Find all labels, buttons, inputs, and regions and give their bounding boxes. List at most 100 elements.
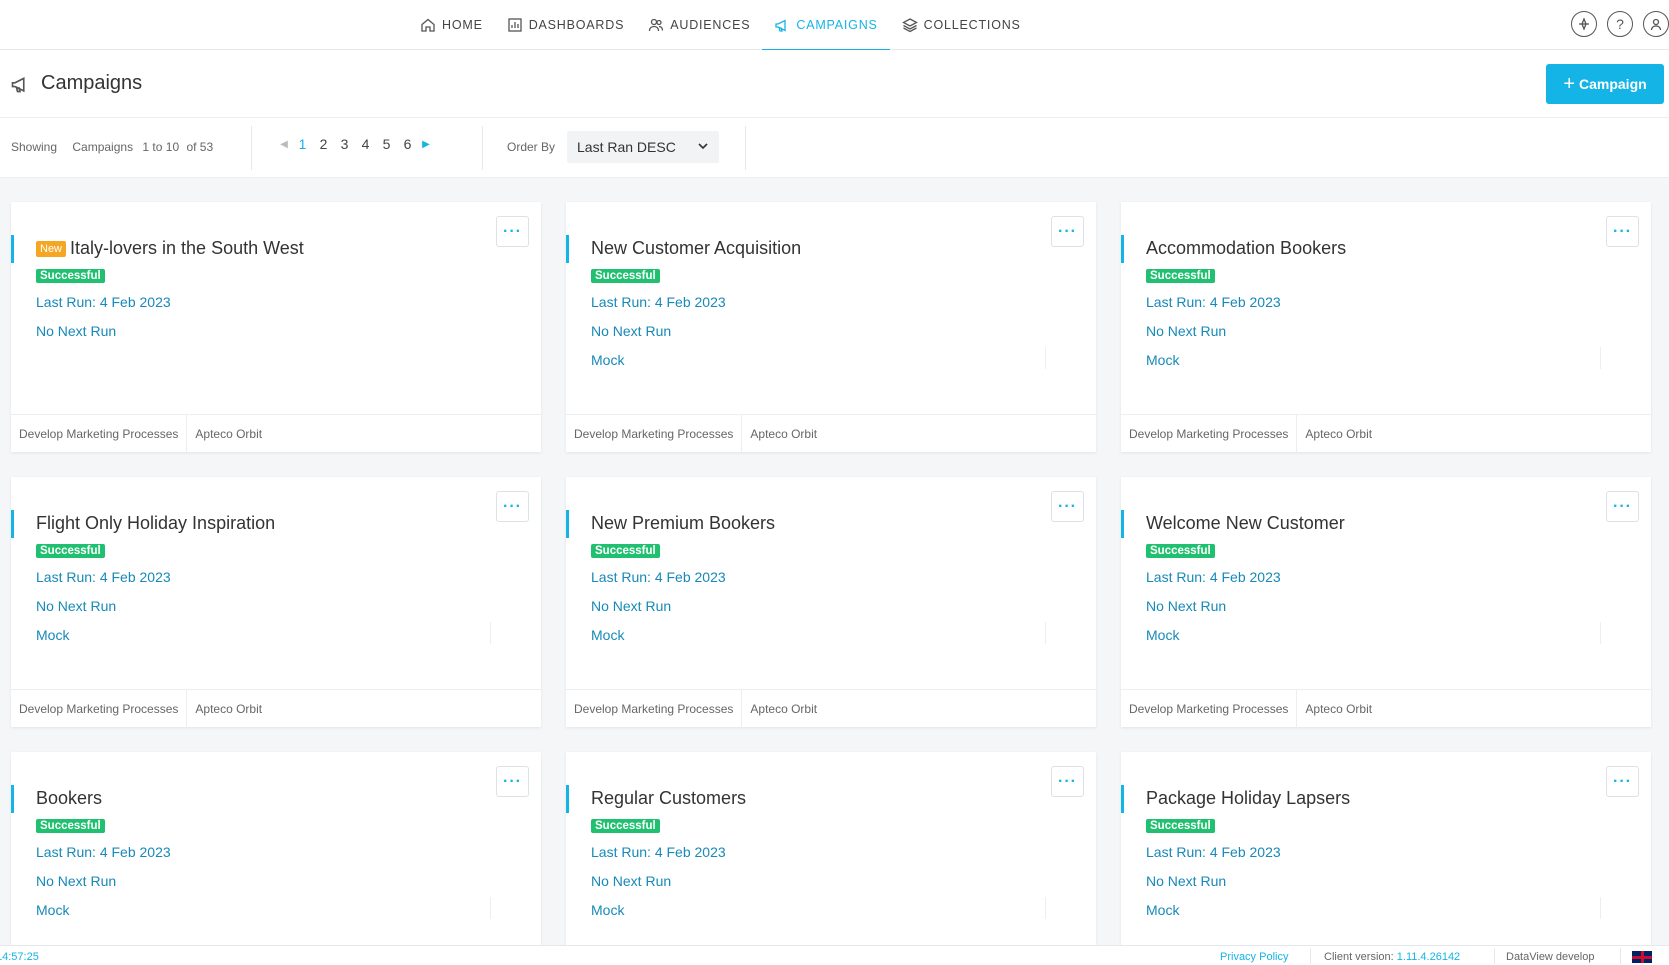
campaign-card[interactable]: ··· New Customer Acquisition Successful … bbox=[566, 202, 1096, 453]
card-footer: Develop Marketing Processes Apteco Orbit bbox=[566, 689, 1096, 728]
last-run: Last Run: 4 Feb 2023 bbox=[591, 569, 726, 585]
nav-dashboards[interactable]: DASHBOARDS bbox=[495, 0, 637, 50]
client-version-label: Client version: bbox=[1324, 951, 1394, 963]
next-run: No Next Run bbox=[36, 873, 117, 889]
run-mode: Mock bbox=[36, 627, 70, 643]
card-title[interactable]: Accommodation Bookers bbox=[1146, 238, 1346, 259]
card-footer: Develop Marketing Processes Apteco Orbit bbox=[566, 414, 1096, 453]
add-campaign-button[interactable]: + Campaign bbox=[1546, 64, 1664, 104]
campaign-card[interactable]: ··· Welcome New Customer Successful Last… bbox=[1121, 477, 1651, 728]
more-options-button[interactable]: ··· bbox=[1051, 216, 1084, 247]
card-footer: Develop Marketing Processes Apteco Orbit bbox=[11, 414, 541, 453]
card-title[interactable]: New Italy-lovers in the South West bbox=[36, 238, 304, 259]
help-icon[interactable]: ? bbox=[1607, 11, 1633, 37]
status-badge: Successful bbox=[1146, 819, 1215, 833]
run-mode: Mock bbox=[591, 902, 625, 918]
page-4[interactable]: 4 bbox=[355, 136, 376, 152]
next-run: No Next Run bbox=[591, 873, 672, 889]
divider bbox=[482, 126, 483, 170]
page-6[interactable]: 6 bbox=[397, 136, 418, 152]
client-version-number: 1.11.4.26142 bbox=[1396, 951, 1461, 963]
next-run: No Next Run bbox=[36, 323, 117, 339]
card-title[interactable]: Package Holiday Lapsers bbox=[1146, 788, 1350, 809]
card-title[interactable]: Flight Only Holiday Inspiration bbox=[36, 513, 275, 534]
run-mode: Mock bbox=[591, 627, 625, 643]
prev-page-icon[interactable]: ◀ bbox=[276, 139, 292, 150]
campaign-card[interactable]: ··· New Italy-lovers in the South West S… bbox=[11, 202, 541, 453]
help-glyph: ? bbox=[1616, 16, 1624, 32]
card-tag: Apteco Orbit bbox=[750, 426, 818, 441]
showing-range: 1 to 10 bbox=[142, 140, 180, 154]
status-badge: Successful bbox=[591, 544, 660, 558]
order-by-select[interactable]: Last Ran DESC bbox=[567, 131, 719, 163]
more-options-button[interactable]: ··· bbox=[1606, 491, 1639, 522]
nav-home[interactable]: HOME bbox=[408, 0, 495, 50]
privacy-policy-link[interactable]: Privacy Policy bbox=[1220, 951, 1288, 963]
pagination: ◀ 1 2 3 4 5 6 ▶ bbox=[276, 136, 434, 152]
nav-campaigns[interactable]: CAMPAIGNS bbox=[762, 0, 890, 51]
status-badge: Successful bbox=[36, 819, 105, 833]
status-badge: Successful bbox=[591, 819, 660, 833]
campaign-card[interactable]: ··· Package Holiday Lapsers Successful L… bbox=[1121, 752, 1651, 952]
card-accent bbox=[566, 235, 569, 263]
card-title[interactable]: New Customer Acquisition bbox=[591, 238, 801, 259]
last-run: Last Run: 4 Feb 2023 bbox=[1146, 294, 1281, 310]
page-3[interactable]: 3 bbox=[334, 136, 355, 152]
card-tag: Develop Marketing Processes bbox=[11, 414, 188, 453]
status-badge: Successful bbox=[1146, 269, 1215, 283]
campaign-card[interactable]: ··· Regular Customers Successful Last Ru… bbox=[566, 752, 1096, 952]
more-options-button[interactable]: ··· bbox=[496, 491, 529, 522]
run-mode: Mock bbox=[1146, 352, 1180, 368]
divider bbox=[1310, 948, 1311, 964]
more-options-button[interactable]: ··· bbox=[496, 216, 529, 247]
card-title[interactable]: New Premium Bookers bbox=[591, 513, 775, 534]
next-page-icon[interactable]: ▶ bbox=[418, 139, 434, 150]
nav-collections[interactable]: COLLECTIONS bbox=[890, 0, 1033, 50]
nav-right-tools: ? bbox=[1571, 11, 1669, 37]
card-accent bbox=[566, 785, 569, 813]
dataview-name: DataView develop bbox=[1506, 951, 1595, 963]
card-tag: Apteco Orbit bbox=[195, 426, 263, 441]
divider bbox=[1600, 897, 1601, 919]
card-tag: Develop Marketing Processes bbox=[1121, 689, 1298, 728]
user-icon[interactable] bbox=[1643, 11, 1669, 37]
nav-audiences[interactable]: AUDIENCES bbox=[636, 0, 762, 50]
more-options-button[interactable]: ··· bbox=[1051, 491, 1084, 522]
run-mode: Mock bbox=[1146, 902, 1180, 918]
compass-icon[interactable] bbox=[1571, 11, 1597, 37]
more-options-button[interactable]: ··· bbox=[1606, 766, 1639, 797]
more-options-button[interactable]: ··· bbox=[1051, 766, 1084, 797]
app-footer: 14:57:25 Privacy Policy Client version: … bbox=[0, 945, 1669, 965]
campaign-card[interactable]: ··· Bookers Successful Last Run: 4 Feb 2… bbox=[11, 752, 541, 952]
uk-flag-icon[interactable] bbox=[1632, 951, 1652, 963]
status-badge: Successful bbox=[591, 269, 660, 283]
campaign-card[interactable]: ··· Accommodation Bookers Successful Las… bbox=[1121, 202, 1651, 453]
campaign-card[interactable]: ··· New Premium Bookers Successful Last … bbox=[566, 477, 1096, 728]
card-tag: Develop Marketing Processes bbox=[1121, 414, 1298, 453]
card-title[interactable]: Bookers bbox=[36, 788, 102, 809]
card-title[interactable]: Regular Customers bbox=[591, 788, 746, 809]
divider bbox=[490, 897, 491, 919]
run-mode: Mock bbox=[36, 902, 70, 918]
card-title-text: Italy-lovers in the South West bbox=[70, 238, 304, 258]
card-title[interactable]: Welcome New Customer bbox=[1146, 513, 1345, 534]
next-run: No Next Run bbox=[1146, 323, 1227, 339]
nav-collections-label: COLLECTIONS bbox=[923, 18, 1021, 32]
card-tag: Apteco Orbit bbox=[1305, 426, 1373, 441]
page-1[interactable]: 1 bbox=[292, 136, 313, 152]
last-run: Last Run: 4 Feb 2023 bbox=[1146, 569, 1281, 585]
page-2[interactable]: 2 bbox=[313, 136, 334, 152]
order-by-label: Order By bbox=[507, 140, 556, 154]
card-accent bbox=[1121, 785, 1124, 813]
card-accent bbox=[1121, 235, 1124, 263]
page-5[interactable]: 5 bbox=[376, 136, 397, 152]
plus-icon: + bbox=[1563, 73, 1575, 95]
more-options-button[interactable]: ··· bbox=[496, 766, 529, 797]
divider bbox=[1045, 347, 1046, 369]
divider bbox=[1600, 347, 1601, 369]
more-options-button[interactable]: ··· bbox=[1606, 216, 1639, 247]
layers-icon bbox=[901, 18, 918, 33]
next-run: No Next Run bbox=[591, 598, 672, 614]
campaign-card[interactable]: ··· Flight Only Holiday Inspiration Succ… bbox=[11, 477, 541, 728]
last-run: Last Run: 4 Feb 2023 bbox=[591, 294, 726, 310]
